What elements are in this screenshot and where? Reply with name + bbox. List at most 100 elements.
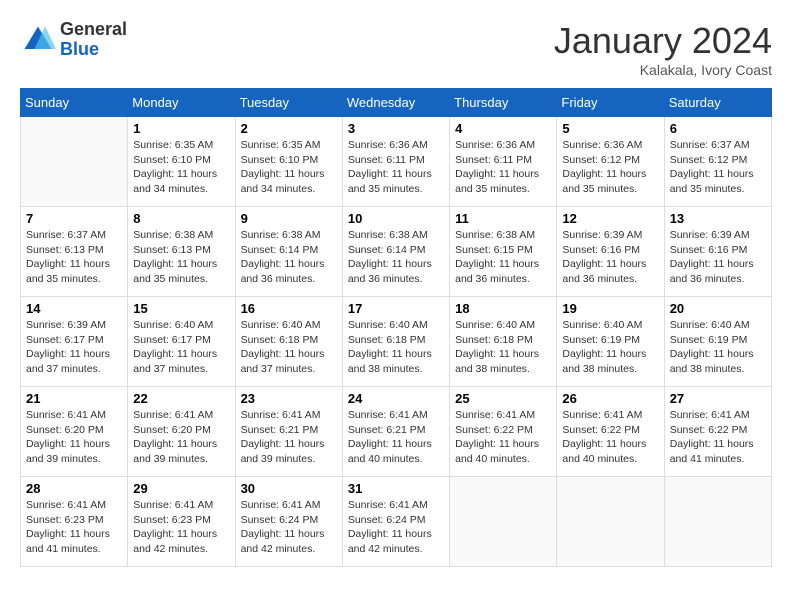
day-info: Sunrise: 6:38 AM Sunset: 6:14 PM Dayligh…	[348, 228, 444, 287]
day-info: Sunrise: 6:41 AM Sunset: 6:21 PM Dayligh…	[348, 408, 444, 467]
day-cell: 24 Sunrise: 6:41 AM Sunset: 6:21 PM Dayli…	[342, 387, 449, 477]
header-monday: Monday	[128, 89, 235, 117]
day-info: Sunrise: 6:38 AM Sunset: 6:14 PM Dayligh…	[241, 228, 337, 287]
logo: General Blue	[20, 20, 127, 60]
day-number: 21	[26, 391, 122, 406]
day-number: 11	[455, 211, 551, 226]
day-info: Sunrise: 6:37 AM Sunset: 6:13 PM Dayligh…	[26, 228, 122, 287]
day-info: Sunrise: 6:41 AM Sunset: 6:23 PM Dayligh…	[26, 498, 122, 557]
calendar-header-row: SundayMondayTuesdayWednesdayThursdayFrid…	[21, 89, 772, 117]
header-wednesday: Wednesday	[342, 89, 449, 117]
day-info: Sunrise: 6:41 AM Sunset: 6:20 PM Dayligh…	[133, 408, 229, 467]
day-cell: 28 Sunrise: 6:41 AM Sunset: 6:23 PM Dayli…	[21, 477, 128, 567]
day-cell: 10 Sunrise: 6:38 AM Sunset: 6:14 PM Dayli…	[342, 207, 449, 297]
day-info: Sunrise: 6:41 AM Sunset: 6:20 PM Dayligh…	[26, 408, 122, 467]
day-number: 12	[562, 211, 658, 226]
day-number: 10	[348, 211, 444, 226]
day-number: 31	[348, 481, 444, 496]
day-info: Sunrise: 6:35 AM Sunset: 6:10 PM Dayligh…	[241, 138, 337, 197]
day-cell: 6 Sunrise: 6:37 AM Sunset: 6:12 PM Daylig…	[664, 117, 771, 207]
day-number: 13	[670, 211, 766, 226]
month-title: January 2024	[554, 20, 772, 62]
day-cell: 25Sunrise: 6:41 AM Sunset: 6:22 PM Dayli…	[450, 387, 557, 477]
day-cell: 2 Sunrise: 6:35 AM Sunset: 6:10 PM Daylig…	[235, 117, 342, 207]
day-number: 20	[670, 301, 766, 316]
day-cell: 22 Sunrise: 6:41 AM Sunset: 6:20 PM Dayli…	[128, 387, 235, 477]
day-number: 1	[133, 121, 229, 136]
day-number: 22	[133, 391, 229, 406]
day-cell: 12 Sunrise: 6:39 AM Sunset: 6:16 PM Dayli…	[557, 207, 664, 297]
logo-text: General Blue	[60, 20, 127, 60]
day-number: 6	[670, 121, 766, 136]
day-info: Sunrise: 6:40 AM Sunset: 6:18 PM Dayligh…	[455, 318, 551, 377]
page-header: General Blue January 2024 Kalakala, Ivor…	[20, 20, 772, 78]
logo-icon	[20, 22, 56, 58]
title-block: January 2024 Kalakala, Ivory Coast	[554, 20, 772, 78]
day-cell	[557, 477, 664, 567]
day-number: 25	[455, 391, 551, 406]
header-thursday: Thursday	[450, 89, 557, 117]
calendar-table: SundayMondayTuesdayWednesdayThursdayFrid…	[20, 88, 772, 567]
day-info: Sunrise: 6:36 AM Sunset: 6:12 PM Dayligh…	[562, 138, 658, 197]
day-cell: 30Sunrise: 6:41 AM Sunset: 6:24 PM Dayli…	[235, 477, 342, 567]
day-number: 24	[348, 391, 444, 406]
day-info: Sunrise: 6:36 AM Sunset: 6:11 PM Dayligh…	[348, 138, 444, 197]
header-friday: Friday	[557, 89, 664, 117]
day-number: 27	[670, 391, 766, 406]
day-info: Sunrise: 6:38 AM Sunset: 6:15 PM Dayligh…	[455, 228, 551, 287]
day-number: 4	[455, 121, 551, 136]
logo-blue-text: Blue	[60, 40, 127, 60]
day-info: Sunrise: 6:40 AM Sunset: 6:17 PM Dayligh…	[133, 318, 229, 377]
day-number: 5	[562, 121, 658, 136]
day-number: 17	[348, 301, 444, 316]
day-number: 28	[26, 481, 122, 496]
day-number: 8	[133, 211, 229, 226]
day-cell: 3 Sunrise: 6:36 AM Sunset: 6:11 PM Daylig…	[342, 117, 449, 207]
day-info: Sunrise: 6:40 AM Sunset: 6:18 PM Dayligh…	[348, 318, 444, 377]
day-info: Sunrise: 6:39 AM Sunset: 6:17 PM Dayligh…	[26, 318, 122, 377]
day-number: 14	[26, 301, 122, 316]
day-number: 9	[241, 211, 337, 226]
day-number: 19	[562, 301, 658, 316]
day-number: 23	[241, 391, 337, 406]
day-cell	[21, 117, 128, 207]
day-cell: 13 Sunrise: 6:39 AM Sunset: 6:16 PM Dayli…	[664, 207, 771, 297]
logo-general-text: General	[60, 20, 127, 40]
day-cell: 31 Sunrise: 6:41 AM Sunset: 6:24 PM Dayli…	[342, 477, 449, 567]
day-number: 2	[241, 121, 337, 136]
day-info: Sunrise: 6:41 AM Sunset: 6:24 PM Dayligh…	[348, 498, 444, 557]
day-cell	[450, 477, 557, 567]
day-cell: 9 Sunrise: 6:38 AM Sunset: 6:14 PM Daylig…	[235, 207, 342, 297]
day-info: Sunrise: 6:41 AM Sunset: 6:22 PM Dayligh…	[562, 408, 658, 467]
day-info: Sunrise: 6:35 AM Sunset: 6:10 PM Dayligh…	[133, 138, 229, 197]
day-cell: 1 Sunrise: 6:35 AM Sunset: 6:10 PM Daylig…	[128, 117, 235, 207]
week-row-4: 21 Sunrise: 6:41 AM Sunset: 6:20 PM Dayli…	[21, 387, 772, 477]
day-number: 18	[455, 301, 551, 316]
header-sunday: Sunday	[21, 89, 128, 117]
header-saturday: Saturday	[664, 89, 771, 117]
week-row-1: 1 Sunrise: 6:35 AM Sunset: 6:10 PM Daylig…	[21, 117, 772, 207]
day-info: Sunrise: 6:37 AM Sunset: 6:12 PM Dayligh…	[670, 138, 766, 197]
day-cell: 8 Sunrise: 6:38 AM Sunset: 6:13 PM Daylig…	[128, 207, 235, 297]
day-number: 3	[348, 121, 444, 136]
day-cell: 11 Sunrise: 6:38 AM Sunset: 6:15 PM Dayli…	[450, 207, 557, 297]
day-cell: 5 Sunrise: 6:36 AM Sunset: 6:12 PM Daylig…	[557, 117, 664, 207]
day-cell: 4 Sunrise: 6:36 AM Sunset: 6:11 PM Daylig…	[450, 117, 557, 207]
day-cell: 20 Sunrise: 6:40 AM Sunset: 6:19 PM Dayli…	[664, 297, 771, 387]
day-number: 29	[133, 481, 229, 496]
day-info: Sunrise: 6:41 AM Sunset: 6:24 PM Dayligh…	[241, 498, 337, 557]
week-row-3: 14 Sunrise: 6:39 AM Sunset: 6:17 PM Dayli…	[21, 297, 772, 387]
day-cell: 14 Sunrise: 6:39 AM Sunset: 6:17 PM Dayli…	[21, 297, 128, 387]
day-cell: 16Sunrise: 6:40 AM Sunset: 6:18 PM Dayli…	[235, 297, 342, 387]
day-info: Sunrise: 6:39 AM Sunset: 6:16 PM Dayligh…	[562, 228, 658, 287]
week-row-2: 7Sunrise: 6:37 AM Sunset: 6:13 PM Daylig…	[21, 207, 772, 297]
day-info: Sunrise: 6:40 AM Sunset: 6:19 PM Dayligh…	[670, 318, 766, 377]
day-cell: 29Sunrise: 6:41 AM Sunset: 6:23 PM Dayli…	[128, 477, 235, 567]
day-cell: 18 Sunrise: 6:40 AM Sunset: 6:18 PM Dayli…	[450, 297, 557, 387]
day-info: Sunrise: 6:39 AM Sunset: 6:16 PM Dayligh…	[670, 228, 766, 287]
day-cell: 19 Sunrise: 6:40 AM Sunset: 6:19 PM Dayli…	[557, 297, 664, 387]
day-cell: 7Sunrise: 6:37 AM Sunset: 6:13 PM Daylig…	[21, 207, 128, 297]
day-info: Sunrise: 6:36 AM Sunset: 6:11 PM Dayligh…	[455, 138, 551, 197]
day-info: Sunrise: 6:38 AM Sunset: 6:13 PM Dayligh…	[133, 228, 229, 287]
day-info: Sunrise: 6:40 AM Sunset: 6:19 PM Dayligh…	[562, 318, 658, 377]
